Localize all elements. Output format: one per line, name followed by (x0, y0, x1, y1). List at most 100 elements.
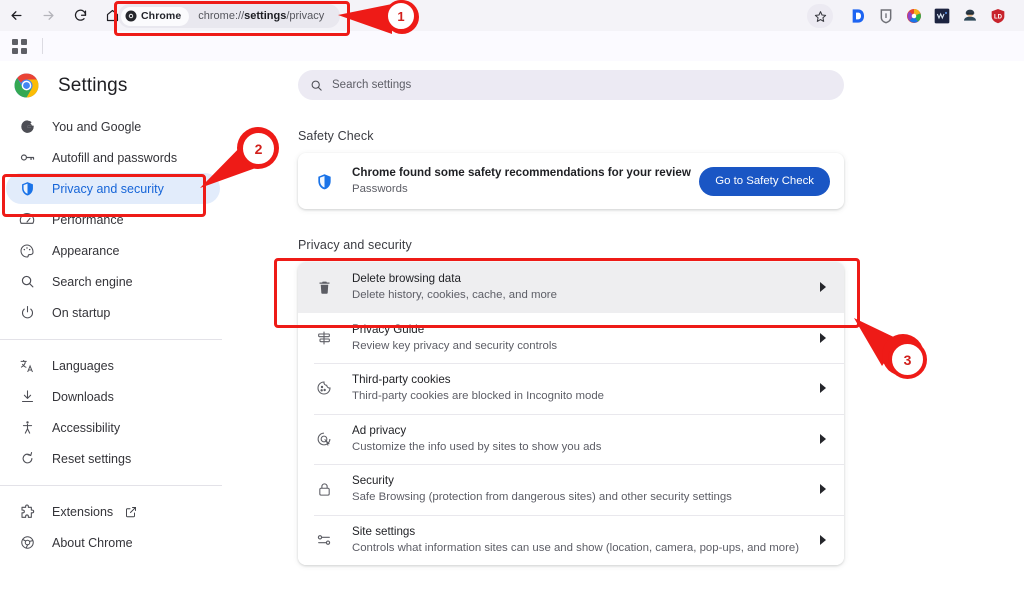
open-in-new-icon[interactable] (125, 506, 137, 518)
ad-target-icon (314, 431, 334, 447)
power-icon (16, 302, 38, 324)
reload-icon[interactable] (64, 0, 96, 31)
sidebar-item-label: Performance (52, 213, 124, 227)
sidebar-item-label: About Chrome (52, 536, 133, 550)
safety-check-text: Chrome found some safety recommendations… (352, 165, 699, 197)
shield-icon (16, 178, 38, 200)
sidebar-item-languages[interactable]: Languages (6, 350, 220, 381)
row-title: Delete browsing data (352, 271, 802, 286)
sidebar-spacer (0, 474, 230, 485)
lock-icon (314, 482, 334, 497)
row-text: Third-party cookies Third-party cookies … (352, 372, 802, 404)
row-text: Ad privacy Customize the info used by si… (352, 423, 802, 455)
sidebar-item-downloads[interactable]: Downloads (6, 381, 220, 412)
chevron-right-icon (802, 333, 844, 343)
cookie-icon (314, 380, 334, 396)
row-subtitle: Safe Browsing (protection from dangerous… (352, 490, 802, 505)
sidebar-item-label: Downloads (52, 390, 114, 404)
svg-text:LD: LD (994, 14, 1003, 20)
sidebar-item-extensions[interactable]: Extensions (6, 496, 220, 527)
row-text: Site settings Controls what information … (352, 524, 802, 556)
search-settings-input[interactable]: Search settings (298, 70, 844, 100)
go-to-safety-check-button[interactable]: Go to Safety Check (699, 167, 830, 196)
sidebar-item-autofill-and-passwords[interactable]: Autofill and passwords (6, 142, 220, 173)
row-text: Privacy Guide Review key privacy and sec… (352, 322, 802, 354)
privacy-section-title: Privacy and security (298, 238, 844, 252)
security-row[interactable]: Security Safe Browsing (protection from … (298, 464, 844, 515)
omnibox-chrome-chip: Chrome (121, 7, 189, 26)
chevron-right-icon (802, 535, 844, 545)
sidebar-item-privacy-and-security[interactable]: Privacy and security (6, 173, 220, 204)
sidebar-item-label: Privacy and security (52, 182, 164, 196)
privacy-guide-row[interactable]: Privacy Guide Review key privacy and sec… (298, 313, 844, 364)
bookmark-star-icon[interactable] (807, 4, 833, 28)
row-title: Security (352, 473, 802, 488)
row-subtitle: Review key privacy and security controls (352, 339, 802, 354)
settings-sidebar: You and Google Autofill and passwords Pr… (0, 111, 230, 558)
key-icon (16, 147, 38, 169)
trash-icon (314, 280, 334, 295)
row-text: Security Safe Browsing (protection from … (352, 473, 802, 505)
sidebar-divider (0, 339, 222, 340)
row-text: Delete browsing data Delete history, coo… (352, 271, 802, 303)
signpost-icon (314, 330, 334, 346)
chevron-right-icon (802, 383, 844, 393)
chevron-right-icon (802, 484, 844, 494)
row-title: Third-party cookies (352, 372, 802, 387)
settings-header: Settings (14, 73, 127, 98)
sidebar-item-label: Languages (52, 359, 114, 373)
download-icon (16, 386, 38, 408)
sidebar-item-label: Extensions (52, 505, 113, 519)
chrome-logo-icon (14, 73, 39, 98)
settings-page: Settings You and Google Autofill and pas… (0, 61, 1024, 607)
sliders-icon (314, 532, 334, 548)
row-title: Ad privacy (352, 423, 802, 438)
third-party-cookies-row[interactable]: Third-party cookies Third-party cookies … (298, 363, 844, 414)
safety-check-card: Chrome found some safety recommendations… (298, 153, 844, 209)
address-bar[interactable]: Chrome chrome://settings/privacy (118, 4, 340, 28)
sidebar-item-label: Search engine (52, 275, 133, 289)
sidebar-item-performance[interactable]: Performance (6, 204, 220, 235)
extension-icon-red-shield[interactable]: LD (986, 4, 1010, 28)
sidebar-spacer (0, 328, 230, 339)
navigation-buttons (0, 0, 128, 31)
extension-icon-dark-square[interactable] (930, 4, 954, 28)
sidebar-item-accessibility[interactable]: Accessibility (6, 412, 220, 443)
chevron-right-icon (802, 282, 844, 292)
row-title: Site settings (352, 524, 802, 539)
extension-icon-dashlane[interactable] (846, 4, 870, 28)
sidebar-item-about-chrome[interactable]: About Chrome (6, 527, 220, 558)
sidebar-item-on-startup[interactable]: On startup (6, 297, 220, 328)
bookmarks-bar: » (0, 31, 1024, 61)
safety-check-section-title: Safety Check (298, 129, 844, 143)
sidebar-item-appearance[interactable]: Appearance (6, 235, 220, 266)
site-settings-row[interactable]: Site settings Controls what information … (298, 515, 844, 566)
row-subtitle: Controls what information sites can use … (352, 541, 802, 556)
back-icon[interactable] (0, 0, 32, 31)
forward-icon[interactable] (32, 0, 64, 31)
translate-icon (16, 355, 38, 377)
accessibility-icon (16, 417, 38, 439)
search-icon (310, 79, 323, 92)
sidebar-item-reset-settings[interactable]: Reset settings (6, 443, 220, 474)
chrome-logo-icon (125, 10, 137, 22)
extension-icon-colorwheel[interactable] (902, 4, 926, 28)
palette-icon (16, 240, 38, 262)
ad-privacy-row[interactable]: Ad privacy Customize the info used by si… (298, 414, 844, 465)
sidebar-item-label: On startup (52, 306, 110, 320)
chrome-outline-icon (16, 532, 38, 554)
extension-icons: LD (846, 4, 1010, 28)
chevron-right-icon (802, 434, 844, 444)
delete-browsing-data-row[interactable]: Delete browsing data Delete history, coo… (298, 262, 844, 313)
extension-icon-shield[interactable] (874, 4, 898, 28)
extension-icon-avatar[interactable] (958, 4, 982, 28)
sidebar-item-search-engine[interactable]: Search engine (6, 266, 220, 297)
sidebar-item-you-and-google[interactable]: You and Google (6, 111, 220, 142)
apps-grid-icon[interactable] (12, 39, 27, 54)
privacy-settings-list: Delete browsing data Delete history, coo… (298, 262, 844, 565)
browser-window: Chrome chrome://settings/privacy (0, 0, 1024, 607)
row-subtitle: Third-party cookies are blocked in Incog… (352, 389, 802, 404)
search-icon (16, 271, 38, 293)
google-g-icon (16, 116, 38, 138)
row-subtitle: Customize the info used by sites to show… (352, 440, 802, 455)
